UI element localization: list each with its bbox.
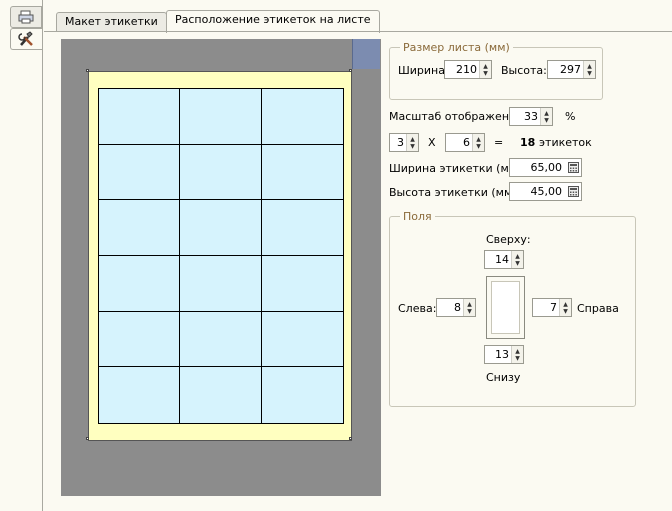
margin-right-value: 7	[550, 301, 557, 314]
label-width-value: 65,00	[530, 161, 563, 174]
times-sign: X	[428, 136, 436, 149]
columns-value: 3	[397, 136, 404, 149]
columns-spinner[interactable]: 3 ▲ ▼	[389, 133, 419, 152]
label-cell	[180, 200, 262, 256]
label-cell	[99, 144, 181, 201]
label-cell	[261, 312, 343, 368]
margin-top-label: Сверху:	[486, 233, 531, 246]
label-cell	[99, 367, 181, 423]
spin-arrows-icon[interactable]: ▲ ▼	[406, 134, 418, 151]
label-cell	[180, 367, 262, 423]
spin-arrows-icon[interactable]: ▲ ▼	[472, 134, 484, 151]
label-cell	[99, 256, 181, 312]
margin-bottom-value: 13	[495, 348, 509, 361]
tab-underline	[44, 31, 672, 32]
spin-arrows-icon[interactable]: ▲ ▼	[540, 108, 552, 125]
label-cell	[262, 367, 343, 423]
margin-right-label: Справа	[577, 302, 619, 315]
tools-icon	[17, 31, 33, 46]
sheet-size-legend: Размер листа (мм)	[400, 41, 513, 54]
print-preview-icon	[18, 10, 34, 24]
toolbar-divider	[42, 0, 43, 511]
margin-right-spinner[interactable]: 7 ▲ ▼	[532, 298, 572, 317]
margins-sheet-icon	[486, 276, 525, 339]
label-cell	[180, 89, 262, 145]
spin-arrows-icon[interactable]: ▲ ▼	[463, 299, 475, 316]
label-cell	[261, 200, 343, 256]
equals-sign: =	[494, 136, 504, 149]
sheet-corner-marker	[349, 437, 352, 440]
label-cell	[261, 256, 343, 312]
margin-bottom-spinner[interactable]: 13 ▲ ▼	[484, 345, 524, 364]
label-height-value: 45,00	[530, 185, 563, 198]
scale-label: Масштаб отображения:	[389, 110, 527, 123]
spin-arrows-icon[interactable]: ▲ ▼	[511, 251, 523, 268]
calculator-icon[interactable]	[566, 159, 581, 176]
label-cell	[180, 144, 262, 201]
margin-left-spinner[interactable]: 8 ▲ ▼	[436, 298, 476, 317]
sheet-height-value: 297	[560, 63, 581, 76]
sheet-width-label: Ширина:	[398, 64, 449, 77]
tab-label-layout[interactable]: Макет этикетки	[56, 12, 167, 32]
sheet-width-value: 210	[456, 63, 477, 76]
print-preview-tab[interactable]	[10, 6, 42, 28]
scale-spinner[interactable]: 33 ▲ ▼	[509, 107, 553, 126]
margins-legend: Поля	[400, 210, 435, 223]
rows-value: 6	[463, 136, 470, 149]
label-cell	[261, 145, 343, 201]
sheet-height-spinner[interactable]: 297 ▲ ▼	[547, 60, 596, 79]
sheet-corner-marker	[86, 69, 89, 72]
label-cell	[99, 311, 181, 368]
sheet-height-label: Высота:	[501, 64, 547, 77]
label-width-field[interactable]: 65,00	[509, 158, 582, 177]
margin-left-label: Слева:	[398, 302, 437, 315]
label-cell	[180, 311, 262, 368]
margin-top-value: 14	[495, 253, 509, 266]
total-labels-suffix: этикеток	[539, 136, 592, 149]
tab-bar: Макет этикетки Расположение этикеток на …	[44, 10, 672, 33]
label-height-field[interactable]: 45,00	[509, 182, 582, 201]
label-grid	[98, 88, 344, 424]
scale-value: 33	[524, 110, 538, 123]
sheet-width-spinner[interactable]: 210 ▲ ▼	[444, 60, 492, 79]
label-cell	[99, 89, 181, 145]
sheet-corner-marker	[86, 437, 89, 440]
spin-arrows-icon[interactable]: ▲ ▼	[583, 61, 595, 78]
label-cell	[99, 200, 181, 256]
label-cell	[261, 89, 343, 145]
margin-bottom-label: Снизу	[486, 371, 521, 384]
left-toolbar	[0, 0, 44, 511]
label-cell	[180, 256, 262, 312]
spin-arrows-icon[interactable]: ▲ ▼	[559, 299, 571, 316]
margin-top-spinner[interactable]: 14 ▲ ▼	[484, 250, 524, 269]
sheet-corner-marker	[349, 69, 352, 72]
margin-left-value: 8	[454, 301, 461, 314]
margins-sheet-inner	[491, 281, 520, 334]
scale-unit: %	[565, 110, 576, 123]
tools-tab[interactable]	[10, 28, 42, 50]
total-labels-count: 18	[520, 136, 536, 149]
preview-scroll-corner[interactable]	[352, 39, 380, 69]
spin-arrows-icon[interactable]: ▲ ▼	[511, 346, 523, 363]
label-width-label: Ширина этикетки (мм):	[389, 162, 526, 175]
calculator-icon[interactable]	[566, 183, 581, 200]
label-height-label: Высота этикетки (мм):	[389, 186, 521, 199]
spin-arrows-icon[interactable]: ▲ ▼	[479, 61, 491, 78]
rows-spinner[interactable]: 6 ▲ ▼	[445, 133, 485, 152]
tab-sheet-arrangement[interactable]: Расположение этикеток на листе	[166, 10, 380, 33]
